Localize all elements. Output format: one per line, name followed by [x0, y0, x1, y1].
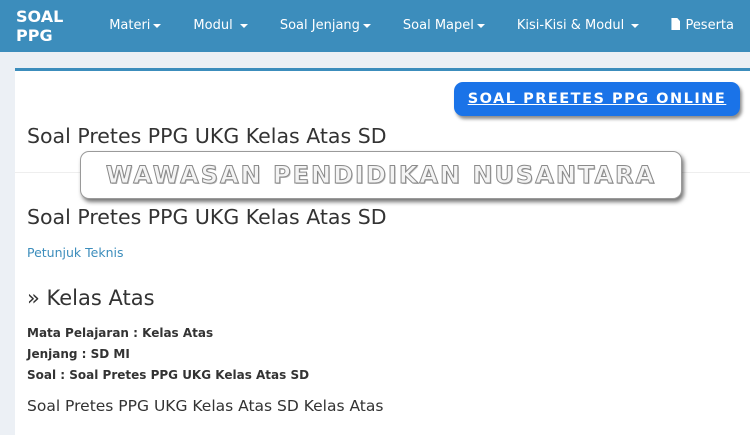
meta-jenjang: Jenjang : SD MI: [27, 347, 130, 361]
nav-item-label: Soal Jenjang: [279, 18, 360, 33]
caret-down-icon: [153, 23, 162, 28]
watermark-banner-text: WAWASAN PENDIDIKAN NUSANTARA: [105, 161, 657, 190]
nav-item-soal-jenjang[interactable]: Soal Jenjang: [264, 0, 387, 52]
nav-item-label: Materi: [109, 18, 151, 33]
page-title: Soal Pretes PPG UKG Kelas Atas SD: [27, 124, 387, 148]
nav-item-kisi-kisi-modul[interactable]: Kisi-Kisi & Modul: [501, 0, 656, 52]
watermark-banner: WAWASAN PENDIDIKAN NUSANTARA: [80, 151, 682, 199]
nav-item-modul[interactable]: Modul: [177, 0, 263, 52]
nav-item-soal-mapel[interactable]: Soal Mapel: [387, 0, 501, 52]
nav-item-label: Soal Mapel: [402, 18, 474, 33]
caret-down-icon: [239, 23, 248, 28]
page-background-top: [15, 52, 750, 68]
page-background-left: [0, 52, 15, 435]
section-heading: » Kelas Atas: [27, 286, 155, 310]
soal-online-banner-text: SOAL PREETES PPG ONLINE: [467, 91, 727, 107]
petunjuk-teknis-link[interactable]: Petunjuk Teknis: [27, 245, 123, 260]
nav-item-materi[interactable]: Materi: [93, 0, 177, 52]
nav-menu: Materi Modul Soal Jenjang Soal Mapel Kis…: [93, 0, 750, 52]
top-navbar: SOAL PPG Materi Modul Soal Jenjang Soal …: [0, 0, 750, 52]
meta-mata-pelajaran: Mata Pelajaran : Kelas Atas: [27, 326, 214, 340]
caret-down-icon: [476, 23, 485, 28]
nav-item-label: Kisi-Kisi & Modul: [516, 18, 625, 33]
caret-down-icon: [631, 23, 640, 28]
article-title: Soal Pretes PPG UKG Kelas Atas SD: [27, 205, 387, 229]
nav-item-label: Modul: [193, 18, 233, 33]
brand-logo[interactable]: SOAL PPG: [16, 7, 79, 45]
meta-soal: Soal : Soal Pretes PPG UKG Kelas Atas SD: [27, 368, 310, 382]
soal-online-banner[interactable]: SOAL PREETES PPG ONLINE: [454, 82, 740, 116]
caret-down-icon: [362, 23, 371, 28]
document-icon: [671, 18, 681, 30]
nav-item-label: Peserta: [685, 18, 734, 33]
nav-item-peserta[interactable]: Peserta: [655, 0, 750, 52]
body-text: Soal Pretes PPG UKG Kelas Atas SD Kelas …: [27, 397, 384, 415]
